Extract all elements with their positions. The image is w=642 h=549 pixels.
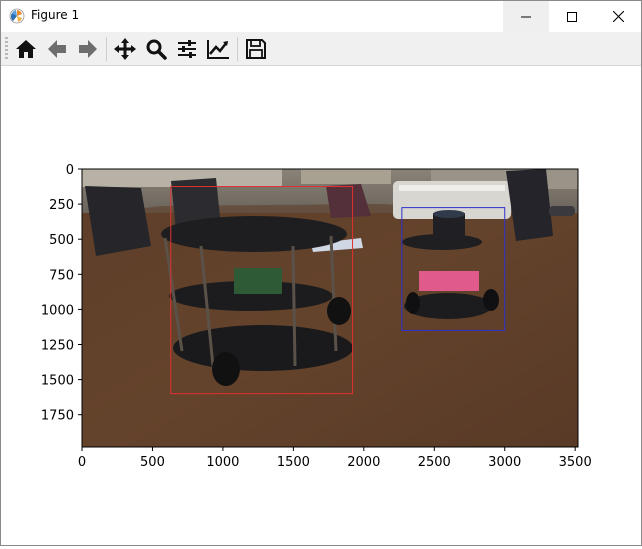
- window-title: Figure 1: [31, 8, 80, 22]
- close-button[interactable]: [595, 1, 641, 32]
- sliders-icon: [178, 40, 196, 58]
- x-tick-label: 1500: [277, 455, 310, 470]
- x-tick-label: 3500: [559, 455, 592, 470]
- title-bar[interactable]: Figure 1: [1, 1, 641, 32]
- arrow-right-icon: [79, 40, 97, 58]
- x-tick-label: 3000: [488, 455, 521, 470]
- pan-button[interactable]: [113, 37, 137, 61]
- photo-image: [82, 169, 578, 447]
- x-tick-label: 1000: [206, 455, 239, 470]
- y-tick-label: 0: [66, 163, 74, 178]
- toolbar-separator: [237, 37, 238, 61]
- y-tick-label: 250: [49, 198, 74, 213]
- zoom-button[interactable]: [144, 37, 168, 61]
- toolbar-separator: [106, 37, 107, 61]
- matplotlib-app-icon: [9, 8, 25, 24]
- minimize-icon: [521, 16, 531, 17]
- toolbar-grip[interactable]: [5, 37, 8, 61]
- x-tick-label: 2500: [418, 455, 451, 470]
- magnifier-icon: [146, 39, 167, 60]
- save-button[interactable]: [244, 37, 268, 61]
- subplots-button[interactable]: [175, 37, 199, 61]
- y-tick-label: 500: [49, 233, 74, 248]
- x-axis: 0 500 1000 1500 2000 2500 3000 3500: [78, 447, 592, 470]
- close-icon: [612, 11, 624, 22]
- navigation-toolbar: [1, 32, 641, 66]
- y-tick-label: 1250: [41, 339, 74, 354]
- arrow-left-icon: [48, 40, 66, 58]
- home-icon: [16, 40, 36, 58]
- x-tick-label: 500: [140, 455, 165, 470]
- home-button[interactable]: [14, 37, 38, 61]
- y-axis: 0 250 500 750 1000 1250 1500 1750: [41, 163, 82, 424]
- maximize-button[interactable]: [549, 1, 595, 32]
- figure-canvas[interactable]: 0 500 1000 1500 2000 2500 3000 3500 0 250 500 750 1…: [1, 66, 641, 545]
- plot-svg: 0 500 1000 1500 2000 2500 3000 3500 0 250 500 750 1…: [41, 163, 592, 470]
- x-tick-label: 2000: [347, 455, 380, 470]
- forward-button[interactable]: [76, 37, 100, 61]
- y-tick-label: 750: [49, 268, 74, 283]
- line-chart-icon: [207, 40, 229, 59]
- back-button[interactable]: [45, 37, 69, 61]
- minimize-button[interactable]: [503, 1, 549, 32]
- maximize-icon: [567, 11, 577, 22]
- customize-button[interactable]: [206, 37, 230, 61]
- robot-left: [161, 216, 353, 386]
- y-tick-label: 1500: [41, 374, 74, 389]
- y-tick-label: 1750: [41, 409, 74, 424]
- figure-window: Figure 1 0 500 1000 1500 2000 2500 3000 …: [0, 0, 642, 546]
- y-tick-label: 1000: [41, 303, 74, 318]
- move-icon: [114, 38, 136, 60]
- floppy-disk-icon: [246, 39, 266, 59]
- x-tick-label: 0: [78, 455, 86, 470]
